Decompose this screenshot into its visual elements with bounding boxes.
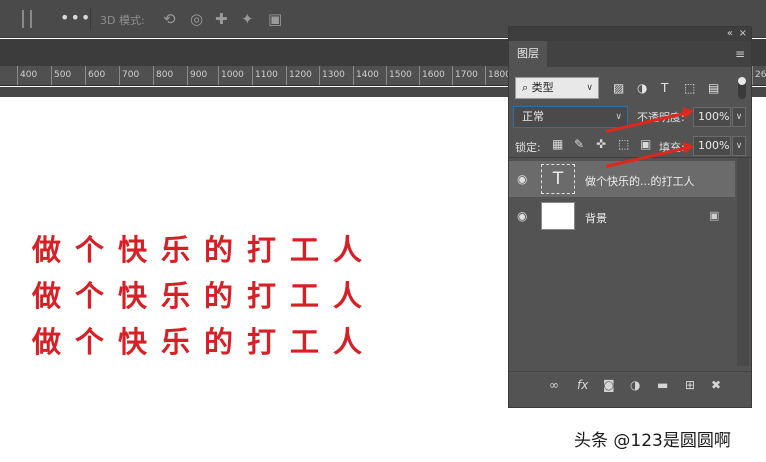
filter-type-icon[interactable]: T <box>661 80 668 96</box>
collapse-icon[interactable]: « <box>727 27 733 40</box>
fill-input[interactable]: 100% <box>693 136 731 156</box>
orbit-3d-icon[interactable]: ⟲ <box>163 10 176 28</box>
fx-icon[interactable]: fx <box>577 378 588 392</box>
close-icon[interactable]: × <box>739 27 747 40</box>
filter-shape-icon[interactable]: ⬚ <box>684 80 695 96</box>
add-mask-icon[interactable]: ◙ <box>603 378 615 392</box>
canvas-text-line: 做个快乐的打工人 <box>32 325 377 359</box>
lock-icon: ▣ <box>709 209 720 222</box>
adjustment-layer-icon[interactable]: ◑ <box>630 378 640 392</box>
panel-tab-row: 图层 ≡ <box>509 41 751 67</box>
chevron-down-icon: ∨ <box>586 83 593 93</box>
layer-row-background[interactable]: ◉ 背景 ▣ <box>509 199 735 233</box>
filter-image-icon[interactable]: ▨ <box>613 80 624 96</box>
layers-bottom-bar: ∞ fx ◙ ◑ ▬ ⊞ ✖ <box>509 371 751 399</box>
3d-mode-label: 3D 模式: <box>100 14 145 27</box>
ruler-tick: 1500 <box>386 66 412 85</box>
text-layer-thumbnail: T <box>541 164 575 194</box>
ruler-tick: 800 <box>153 66 173 85</box>
ruler-tick: 700 <box>119 66 139 85</box>
opacity-input[interactable]: 100% <box>693 107 731 127</box>
eye-icon[interactable]: ◉ <box>517 209 527 223</box>
ruler-tick: 1300 <box>319 66 345 85</box>
layers-panel: « × 图层 ≡ ⌕ 类型 ∨ ▨ ◑ T ⬚ ▤ 正常 ∨ 不透明度: 100… <box>508 26 752 408</box>
lock-all-icon[interactable]: ▣ <box>640 137 651 151</box>
ruler-tick: 1200 <box>286 66 312 85</box>
ruler-tick: 1100 <box>252 66 278 85</box>
ruler-tick: 1800 <box>485 66 511 85</box>
link-layers-icon[interactable]: ∞ <box>549 378 559 392</box>
trash-icon[interactable]: ✖ <box>711 378 721 392</box>
layer-name[interactable]: 做个快乐的...的打工人 <box>585 173 695 189</box>
chevron-down-icon[interactable]: ∨ <box>732 136 746 156</box>
canvas-text-line: 做个快乐的打工人 <box>32 233 377 267</box>
ruler-tick: 1400 <box>353 66 379 85</box>
layer-name[interactable]: 背景 <box>585 210 607 226</box>
lock-artboard-icon[interactable]: ⬚ <box>618 137 629 151</box>
layer-filter-select[interactable]: ⌕ 类型 ∨ <box>515 77 599 99</box>
search-icon: ⌕ <box>522 81 529 94</box>
lock-image-pixels-icon[interactable]: ✎ <box>574 137 584 151</box>
folder-icon[interactable]: ▬ <box>657 378 668 392</box>
blend-mode-select[interactable]: 正常 ∨ <box>513 106 628 128</box>
chevron-down-icon[interactable]: ∨ <box>732 107 746 127</box>
lock-position-icon[interactable]: ✜ <box>596 137 606 151</box>
filter-adjustment-icon[interactable]: ◑ <box>637 80 647 96</box>
ruler-tick: 900 <box>187 66 207 85</box>
more-options-button[interactable]: ••• <box>60 8 91 27</box>
pan-3d-icon[interactable]: ✚ <box>215 10 228 28</box>
lock-transparent-pixels-icon[interactable]: ▦ <box>552 137 563 151</box>
canvas-text-line: 做个快乐的打工人 <box>32 279 377 313</box>
filter-toggle[interactable] <box>738 77 746 99</box>
grip-icon <box>22 10 32 28</box>
slide-3d-icon[interactable]: ✦ <box>241 10 254 28</box>
ruler-tick: 1700 <box>452 66 478 85</box>
lock-label: 锁定: <box>515 141 541 154</box>
blend-mode-value: 正常 <box>522 110 544 123</box>
new-layer-icon[interactable]: ⊞ <box>685 378 695 392</box>
scale-3d-icon[interactable]: ▣ <box>268 10 282 28</box>
ruler-tick: 1000 <box>218 66 244 85</box>
roll-3d-icon[interactable]: ◎ <box>190 10 203 28</box>
chevron-down-icon: ∨ <box>615 112 622 122</box>
ruler-tick: 26 <box>752 66 766 85</box>
panel-menu-icon[interactable]: ≡ <box>735 47 745 61</box>
ruler-tick: 1600 <box>419 66 445 85</box>
tab-layers[interactable]: 图层 <box>509 41 547 67</box>
ruler-tick: 400 <box>17 66 37 85</box>
watermark: 头条 @123是圆圆啊 <box>574 431 731 451</box>
layer-row-text[interactable]: ◉ T 做个快乐的...的打工人 <box>509 161 735 197</box>
ruler-tick: 500 <box>51 66 71 85</box>
filter-value: 类型 <box>531 81 554 94</box>
layers-scrollbar[interactable] <box>737 158 749 366</box>
divider <box>90 8 91 30</box>
divider <box>509 157 751 158</box>
filter-smart-object-icon[interactable]: ▤ <box>708 80 719 96</box>
background-layer-thumbnail <box>541 202 575 230</box>
ruler-tick: 600 <box>85 66 105 85</box>
panel-header: « × <box>509 27 751 41</box>
eye-icon[interactable]: ◉ <box>517 172 527 186</box>
